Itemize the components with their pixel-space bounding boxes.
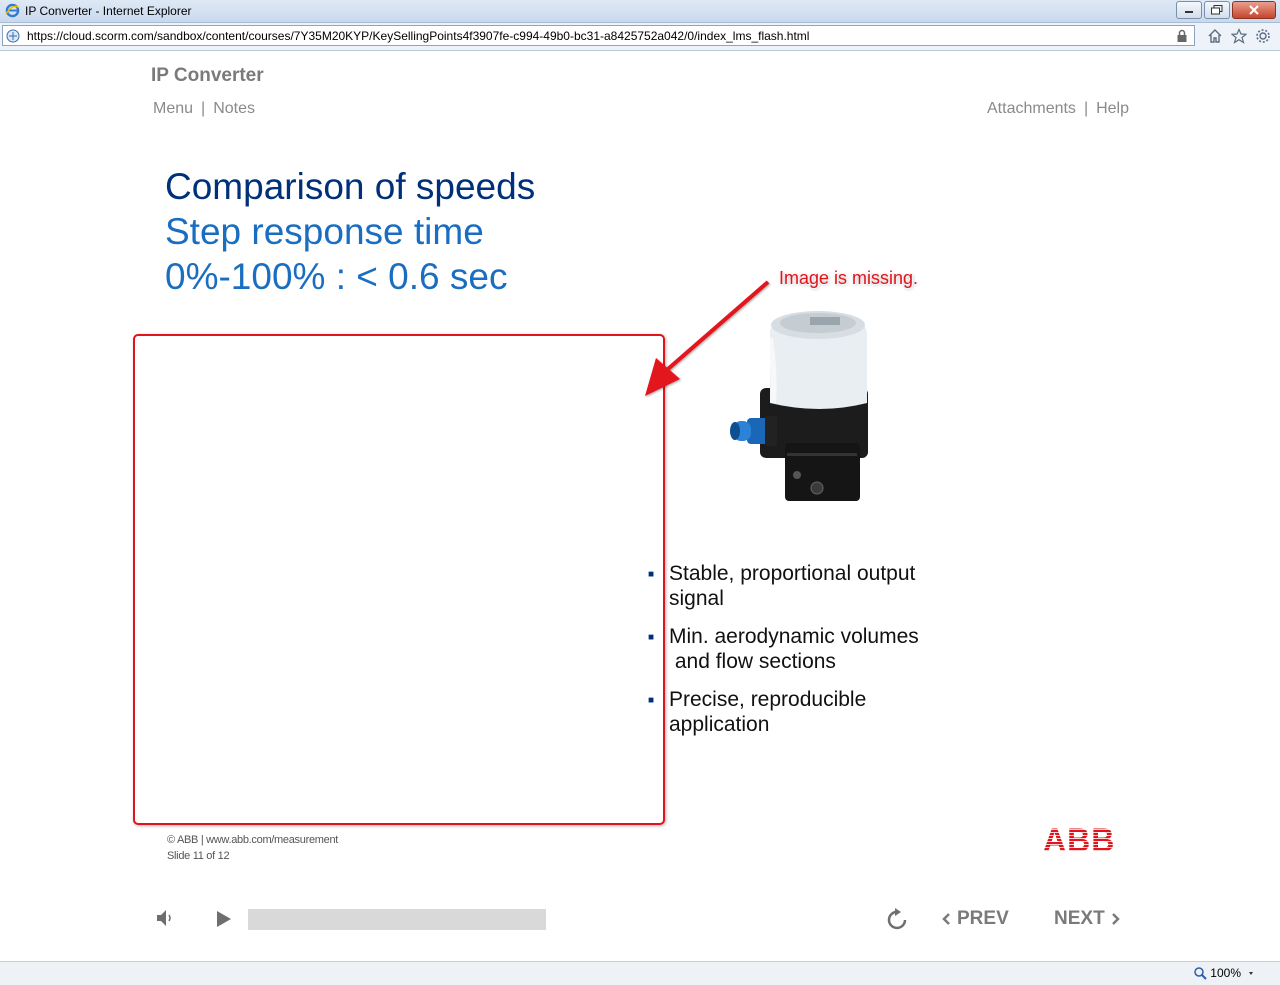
bullet-icon: ■ (648, 695, 655, 706)
attachments-link[interactable]: Attachments (987, 100, 1076, 118)
window-titlebar: IP Converter - Internet Explorer (0, 0, 1280, 23)
url-field[interactable]: https://cloud.scorm.com/sandbox/content/… (2, 25, 1195, 46)
chevron-left-icon (942, 913, 950, 925)
url-text: https://cloud.scorm.com/sandbox/content/… (27, 29, 810, 43)
help-link[interactable]: Help (1096, 100, 1129, 118)
lock-icon[interactable] (1176, 29, 1188, 43)
menu-link[interactable]: Menu (153, 100, 193, 118)
slide-counter: Slide 11 of 12 (167, 850, 230, 862)
volume-icon[interactable] (155, 908, 177, 928)
list-item: ■ Precise, reproducible application (648, 688, 867, 736)
bullet-icon: ■ (648, 632, 655, 643)
bullet-icon: ■ (648, 569, 655, 580)
feature-list: ■ Stable, proportional output signal ■ Mi… (648, 561, 948, 750)
chevron-down-icon (1249, 972, 1253, 975)
chevron-right-icon (1111, 913, 1120, 925)
progress-bar[interactable] (248, 909, 546, 930)
window-title: IP Converter - Internet Explorer (25, 4, 192, 18)
missing-image-callout: Image is missing. (779, 268, 919, 288)
restore-button[interactable] (1204, 1, 1230, 19)
ie-icon (5, 3, 20, 18)
nav-divider: | (1083, 100, 1089, 117)
list-item: ■ Stable, proportional output signal (648, 562, 916, 610)
copyright-text: © ABB | www.abb.com/measurement (167, 834, 339, 846)
missing-image-placeholder (133, 334, 665, 825)
player-controls: PREV NEXT (0, 900, 1280, 940)
gear-icon[interactable] (1254, 27, 1272, 45)
slide-subheading: Step response time (165, 211, 484, 252)
nav-right: Attachments | Help (987, 100, 1129, 118)
slide-spec: 0%-100% : < 0.6 sec (165, 256, 508, 297)
minimize-button[interactable] (1176, 1, 1202, 19)
home-icon[interactable] (1206, 27, 1224, 45)
list-item: ■ Min. aerodynamic volumes and flow sect… (648, 625, 919, 673)
next-button[interactable]: NEXT (1054, 908, 1121, 930)
course-title: IP Converter (151, 65, 264, 86)
site-icon (6, 29, 20, 43)
nav-left: Menu | Notes (153, 100, 255, 118)
prev-label: PREV (957, 908, 1009, 929)
zoom-control[interactable]: 100% (1194, 966, 1258, 980)
next-label: NEXT (1054, 908, 1105, 929)
favorites-icon[interactable] (1230, 27, 1248, 45)
status-bar: 100% (0, 961, 1280, 985)
address-bar: https://cloud.scorm.com/sandbox/content/… (0, 23, 1280, 51)
zoom-level: 100% (1210, 966, 1241, 980)
ip-converter-product-image (730, 311, 868, 501)
play-icon[interactable] (215, 909, 233, 929)
zoom-icon (1194, 966, 1208, 980)
notes-link[interactable]: Notes (213, 100, 255, 118)
replay-icon[interactable] (885, 907, 911, 933)
svg-text:ABB: ABB (1043, 824, 1113, 854)
prev-button[interactable]: PREV (941, 908, 1009, 930)
nav-divider: | (201, 100, 206, 117)
slide-heading: Comparison of speeds (165, 166, 536, 207)
close-button[interactable] (1232, 1, 1276, 19)
abb-logo: ABB (1043, 824, 1113, 854)
